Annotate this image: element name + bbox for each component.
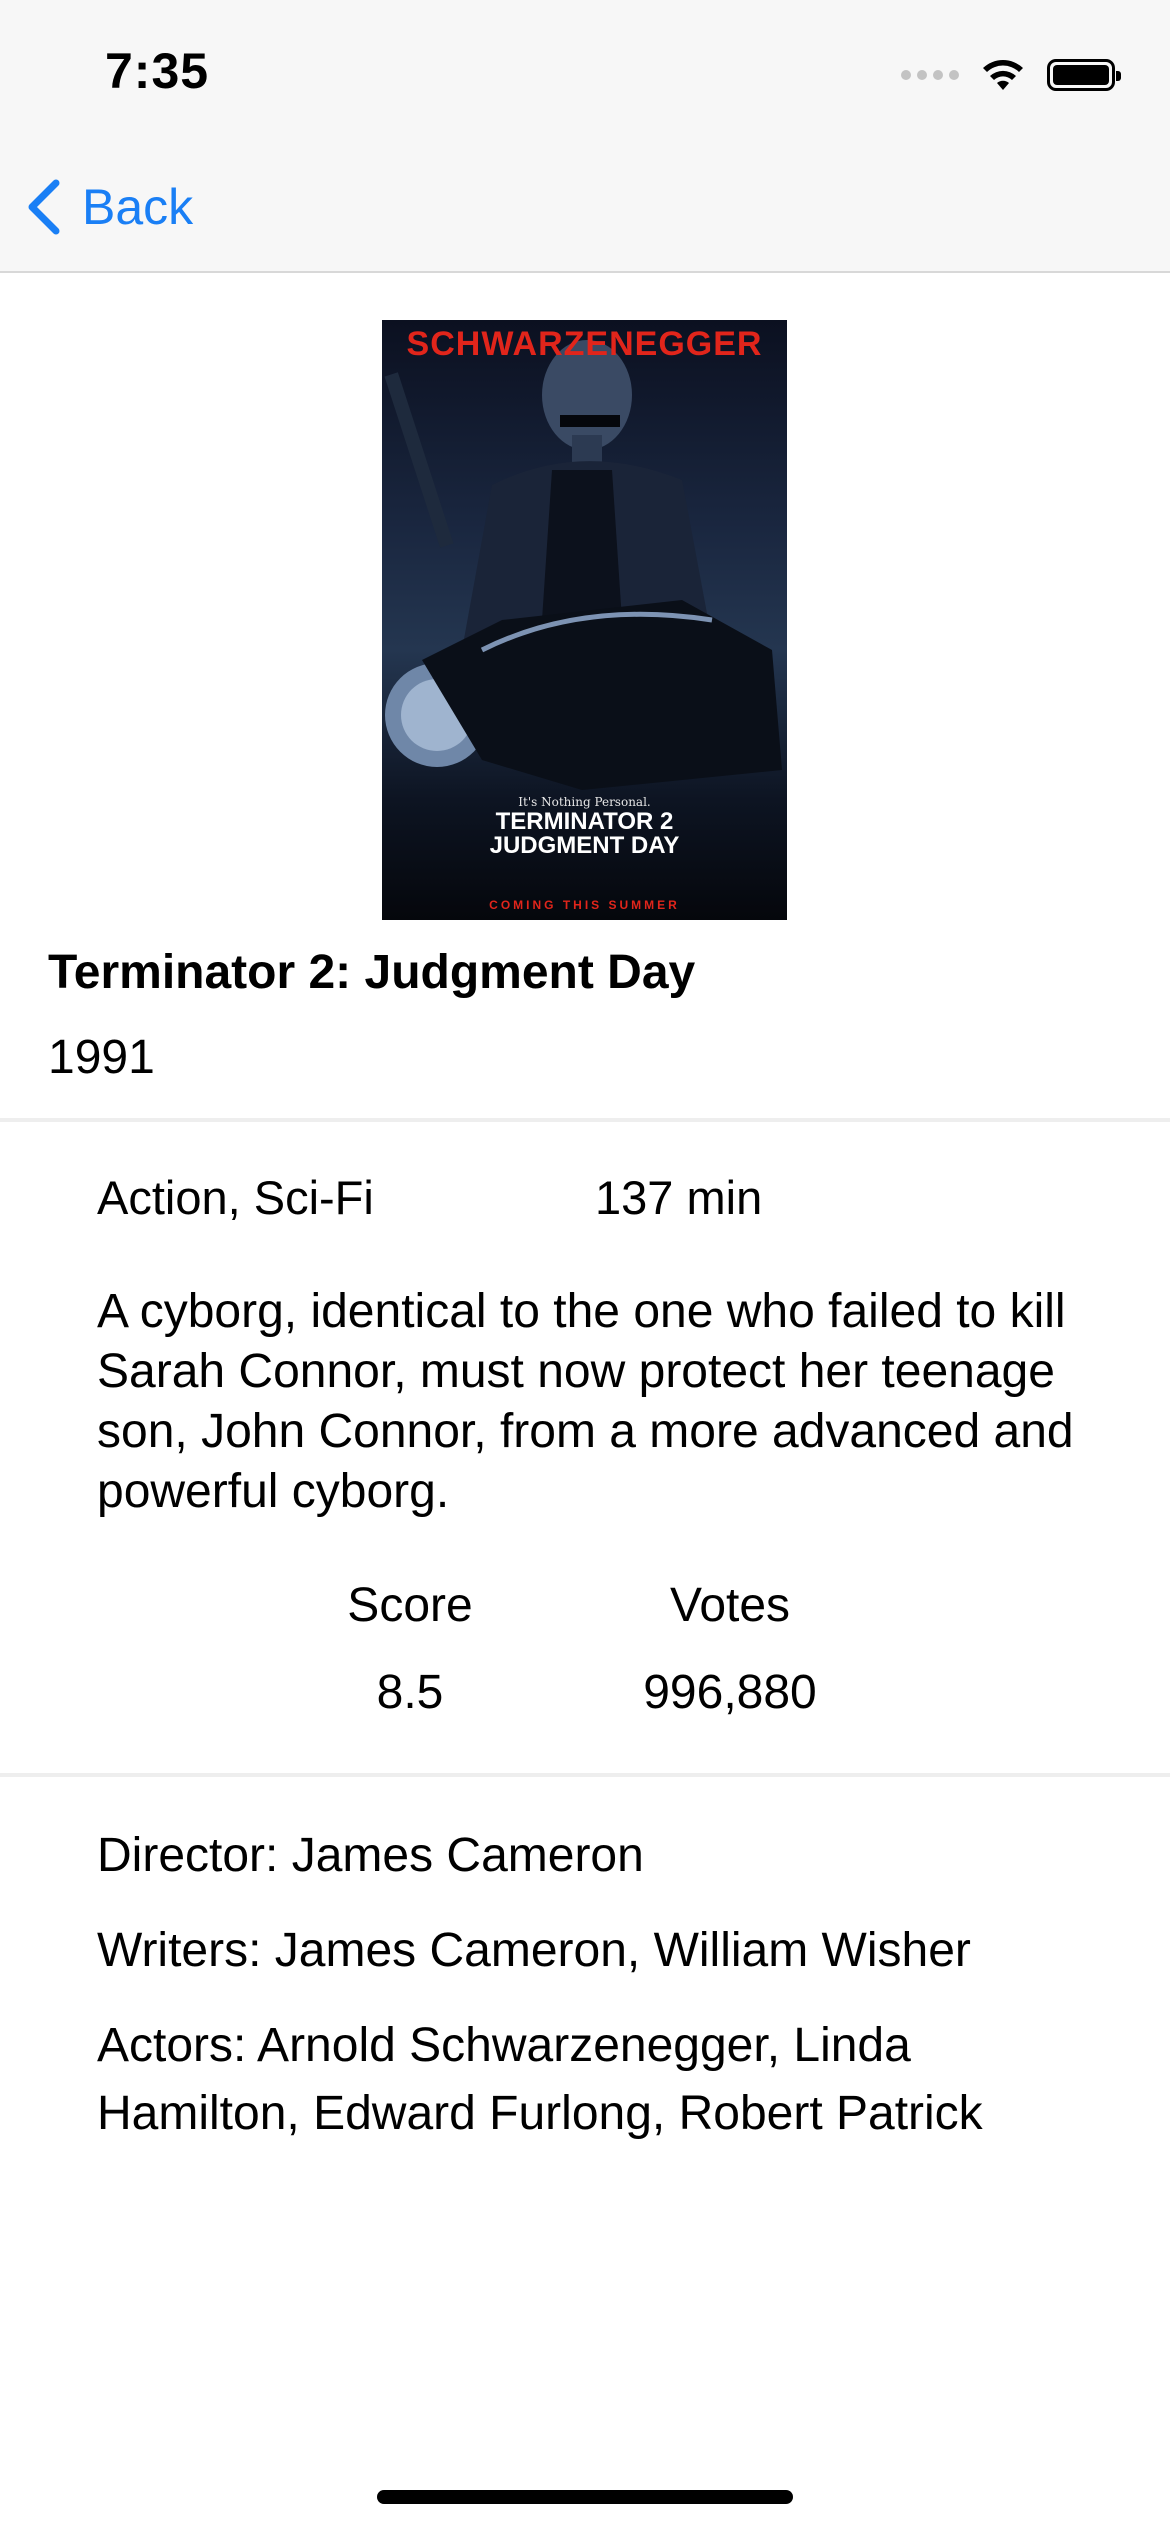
movie-title: Terminator 2: Judgment Day (48, 946, 696, 999)
movie-poster: SCHWARZENEGGER It's Nothing Personal. TE… (382, 320, 787, 920)
status-time: 7:35 (105, 43, 210, 99)
poster-title-line1: TERMINATOR 2 (495, 808, 674, 835)
votes-label: Votes (669, 1579, 791, 1632)
poster-title: TERMINATOR 2 JUDGMENT DAY (382, 810, 787, 858)
status-icons (901, 55, 1121, 95)
plot-text: A cyborg, identical to the one who faile… (97, 1285, 1074, 1518)
writers-text: Writers: James Cameron, William Wisher (97, 1924, 971, 1977)
poster-bottom-text: COMING THIS SUMMER (489, 898, 680, 912)
status-bar: 7:35 (0, 0, 1170, 150)
chevron-left-icon (28, 179, 60, 235)
score-value: 8.5 (376, 1666, 444, 1719)
back-label: Back (82, 179, 194, 235)
poster-top-text: SCHWARZENEGGER (406, 325, 763, 363)
home-indicator[interactable] (377, 2490, 793, 2504)
navigation-bar: Back (0, 150, 1170, 273)
actors-text: Actors: Arnold Schwarzenegger, Linda Ham… (97, 2019, 983, 2140)
runtime-text: 137 min (595, 1171, 763, 1224)
wifi-icon (983, 60, 1023, 90)
poster-tagline: It's Nothing Personal. (518, 795, 651, 809)
battery-icon (1047, 59, 1121, 91)
back-button[interactable]: Back (22, 172, 193, 242)
poster-title-line2: JUDGMENT DAY (489, 832, 680, 859)
votes-value: 996,880 (643, 1666, 817, 1719)
divider (0, 1118, 1170, 1122)
cellular-signal-icon (901, 70, 959, 80)
score-label: Score (347, 1579, 473, 1632)
movie-year: 1991 (48, 1031, 155, 1084)
divider (0, 1773, 1170, 1777)
genre-text: Action, Sci-Fi (97, 1171, 374, 1224)
director-text: Director: James Cameron (97, 1829, 644, 1882)
